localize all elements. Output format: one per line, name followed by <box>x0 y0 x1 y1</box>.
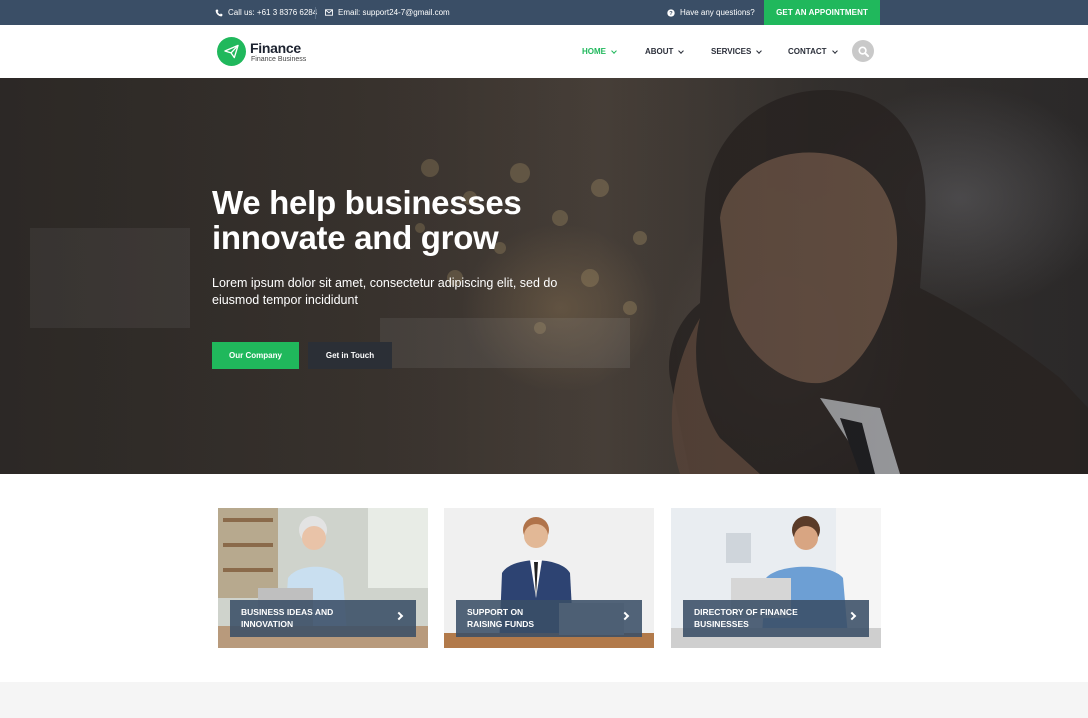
hero-title: We help businesses innovate and grow <box>212 185 632 255</box>
nav-home-label: HOME <box>582 47 606 56</box>
svg-text:?: ? <box>669 11 673 17</box>
get-in-touch-button[interactable]: Get in Touch <box>308 342 392 369</box>
nav-about[interactable]: ABOUT <box>645 25 685 78</box>
search-button[interactable] <box>852 40 874 62</box>
chevron-down-icon <box>611 47 617 54</box>
service-card[interactable]: SUPPORT ON RAISING FUNDS <box>444 508 654 648</box>
service-card[interactable]: DIRECTORY OF FINANCE BUSINESSES <box>671 508 881 648</box>
card-caption-line2: BUSINESSES <box>694 619 749 629</box>
question-icon: ? <box>667 8 675 17</box>
card-caption-line1: DIRECTORY OF FINANCE <box>694 607 798 617</box>
nav-contact-label: CONTACT <box>788 47 827 56</box>
service-card[interactable]: BUSINESS IDEAS AND INNOVATION <box>218 508 428 648</box>
site-header: Finance Finance Business HOME ABOUT SERV… <box>0 25 1088 78</box>
search-icon <box>857 45 869 57</box>
get-appointment-button[interactable]: GET AN APPOINTMENT <box>764 0 880 25</box>
chevron-right-icon[interactable] <box>847 611 857 621</box>
hero-section: We help businesses innovate and grow Lor… <box>0 78 1088 474</box>
our-company-button[interactable]: Our Company <box>212 342 299 369</box>
nav-contact[interactable]: CONTACT <box>788 25 838 78</box>
hero-text-line2: eiusmod tempor incididunt <box>212 293 358 307</box>
nav-about-label: ABOUT <box>645 47 674 56</box>
chevron-right-icon[interactable] <box>394 611 404 621</box>
hero-title-line1: We help businesses <box>212 184 522 221</box>
card-caption: DIRECTORY OF FINANCE BUSINESSES <box>683 600 869 637</box>
logo-subtitle: Finance Business <box>251 56 307 63</box>
phone-icon <box>215 9 223 16</box>
card-caption: BUSINESS IDEAS AND INNOVATION <box>230 600 416 637</box>
top-bar: Call us: +61 3 8376 6284 Email: support2… <box>0 0 1088 25</box>
chevron-down-icon <box>831 47 838 54</box>
hero-text-line1: Lorem ipsum dolor sit amet, consectetur … <box>212 276 558 290</box>
phone-contact[interactable]: Call us: +61 3 8376 6284 <box>215 0 317 25</box>
card-caption: SUPPORT ON RAISING FUNDS <box>456 600 642 637</box>
email-text: Email: support24-7@gmail.com <box>338 8 450 17</box>
hero-title-line2: innovate and grow <box>212 219 499 256</box>
card-caption-line1: SUPPORT ON <box>467 607 524 617</box>
card-caption-line2: RAISING FUNDS <box>467 619 535 629</box>
logo[interactable] <box>217 37 246 66</box>
chevron-right-icon[interactable] <box>620 611 630 621</box>
questions-text: Have any questions? <box>680 8 755 17</box>
phone-text: Call us: +61 3 8376 6284 <box>228 8 318 17</box>
mail-icon <box>325 9 333 16</box>
topbar-divider <box>315 7 316 19</box>
chevron-down-icon <box>678 47 685 54</box>
questions-link[interactable]: ? Have any questions? <box>667 0 755 25</box>
logo-title[interactable]: Finance <box>250 40 301 56</box>
next-section-band <box>0 682 1088 718</box>
nav-home[interactable]: HOME <box>582 25 617 78</box>
paper-plane-icon <box>224 44 239 59</box>
nav-services[interactable]: SERVICES <box>711 25 763 78</box>
email-contact[interactable]: Email: support24-7@gmail.com <box>325 0 450 25</box>
card-caption-line1: BUSINESS IDEAS AND <box>241 607 334 617</box>
hero-text: Lorem ipsum dolor sit amet, consectetur … <box>212 275 602 309</box>
nav-services-label: SERVICES <box>711 47 752 56</box>
chevron-down-icon <box>756 47 763 54</box>
card-caption-line2: INNOVATION <box>241 619 294 629</box>
